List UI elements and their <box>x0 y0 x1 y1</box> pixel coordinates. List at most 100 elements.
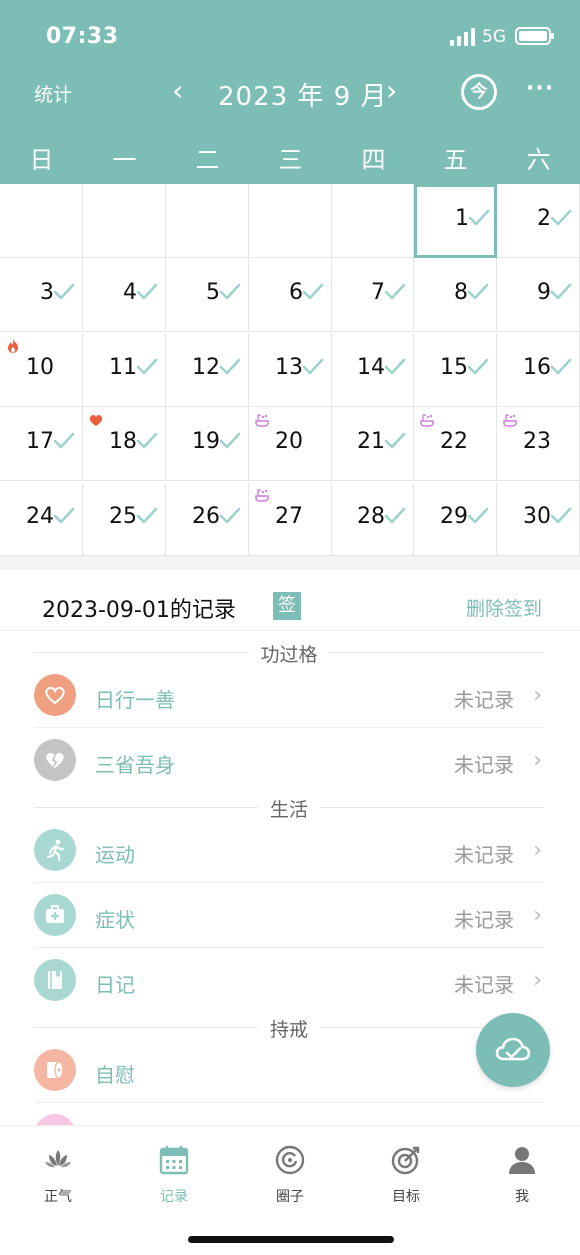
check-icon <box>135 280 159 304</box>
calendar-day-9[interactable]: 9 <box>497 258 580 333</box>
section-title: 持戒 <box>257 1015 321 1042</box>
day-number: 17 <box>26 429 54 455</box>
weekday-label: 四 <box>361 146 386 174</box>
status-time: 07:33 <box>46 24 119 49</box>
calendar-empty-cell <box>166 184 249 258</box>
check-icon <box>52 504 76 528</box>
check-icon <box>135 429 159 453</box>
prev-month-button[interactable]: ‹ <box>172 74 183 107</box>
calendar-day-12[interactable]: 12 <box>166 332 249 407</box>
calendar-day-8[interactable]: 8 <box>414 258 497 333</box>
calendar-day-17[interactable]: 17 <box>0 407 83 482</box>
stats-button[interactable]: 统计 <box>34 80 72 107</box>
record-row-partial[interactable] <box>34 1104 544 1125</box>
weekday-label: 日 <box>29 146 54 174</box>
calendar-day-5[interactable]: 5 <box>166 258 249 333</box>
header: 07:33 5G 统计 ‹ 2023 年 9 月 › 今 ··· 日 一 二 三… <box>0 0 580 184</box>
tab-goal[interactable]: 目标 <box>348 1144 464 1208</box>
calendar-day-21[interactable]: 21 <box>332 407 414 482</box>
calendar-day-29[interactable]: 29 <box>414 481 497 556</box>
calendar-day-13[interactable]: 13 <box>249 332 332 407</box>
check-icon <box>218 504 242 528</box>
tissue-roll-icon <box>34 1049 76 1091</box>
heart-icon <box>34 674 76 716</box>
weekday-label: 二 <box>195 146 220 174</box>
heart-icon <box>88 412 104 428</box>
calendar-day-16[interactable]: 16 <box>497 332 580 407</box>
check-icon <box>301 280 325 304</box>
calendar-day-22[interactable]: 22 <box>414 407 497 482</box>
tab-me[interactable]: 我 <box>464 1144 580 1208</box>
divider <box>34 882 544 883</box>
circle-icon <box>275 1145 305 1175</box>
calendar-day-3[interactable]: 3 <box>0 258 83 333</box>
record-row-symptom[interactable]: 症状 未记录 › <box>34 884 544 948</box>
record-row-exercise[interactable]: 运动 未记录 › <box>34 819 544 883</box>
calendar-day-2[interactable]: 2 <box>497 184 580 258</box>
day-number: 23 <box>523 429 551 455</box>
calendar-day-28[interactable]: 28 <box>332 481 414 556</box>
row-label: 症状 <box>95 908 135 932</box>
tab-records[interactable]: 记录 <box>116 1144 232 1208</box>
row-value: 未记录 <box>454 908 514 932</box>
calendar-day-19[interactable]: 19 <box>166 407 249 482</box>
calendar-day-11[interactable]: 11 <box>83 332 166 407</box>
calendar-day-27[interactable]: 27 <box>249 481 332 556</box>
weekday-label: 六 <box>526 146 551 174</box>
calendar-day-26[interactable]: 26 <box>166 481 249 556</box>
calendar-day-24[interactable]: 24 <box>0 481 83 556</box>
day-number: 27 <box>275 503 303 529</box>
fire-icon <box>5 338 21 354</box>
calendar-grid: 1 2 3 4 5 6 7 8 9 10 11 12 13 14 15 16 17 18 19 20 21 22 23 24 2… <box>0 184 580 556</box>
calendar-day-30[interactable]: 30 <box>497 481 580 556</box>
cloud-sync-button[interactable] <box>476 1013 550 1087</box>
calendar-day-1[interactable]: 1 <box>414 184 497 258</box>
calendar-day-6[interactable]: 6 <box>249 258 332 333</box>
chevron-right-icon: › <box>533 748 542 773</box>
section-header: 持戒 <box>34 1015 544 1042</box>
notebook-icon <box>34 959 76 1001</box>
day-number: 29 <box>440 503 468 529</box>
check-icon <box>52 280 76 304</box>
calendar-day-20[interactable]: 20 <box>249 407 332 482</box>
calendar-day-15[interactable]: 15 <box>414 332 497 407</box>
record-row-good-deed[interactable]: 日行一善 未记录 › <box>34 664 544 728</box>
day-number: 24 <box>26 503 54 529</box>
check-icon <box>135 355 159 379</box>
tab-label: 我 <box>515 1189 529 1205</box>
tab-label: 目标 <box>392 1189 420 1205</box>
calendar-day-23[interactable]: 23 <box>497 407 580 482</box>
calendar-day-10[interactable]: 10 <box>0 332 83 407</box>
record-row-diary[interactable]: 日记 未记录 › <box>34 949 544 1013</box>
calendar-day-14[interactable]: 14 <box>332 332 414 407</box>
check-icon <box>218 429 242 453</box>
more-button[interactable]: ··· <box>526 76 554 101</box>
next-month-button[interactable]: › <box>386 74 397 107</box>
check-icon <box>466 355 490 379</box>
month-title: 2023 年 9 月 <box>218 82 388 112</box>
tab-circle[interactable]: 圈子 <box>232 1144 348 1208</box>
chevron-right-icon: › <box>533 968 542 993</box>
medkit-icon <box>34 894 76 936</box>
record-row-reflection[interactable]: 三省吾身 未记录 › <box>34 729 544 793</box>
day-number: 26 <box>192 503 220 529</box>
check-icon <box>466 504 490 528</box>
check-icon <box>383 504 407 528</box>
check-icon <box>218 355 242 379</box>
weekday-label: 五 <box>443 146 468 174</box>
day-number: 12 <box>192 354 220 380</box>
record-row-abstain[interactable]: 自慰 <box>34 1039 544 1103</box>
delete-checkin-button[interactable]: 删除签到 <box>466 594 542 621</box>
tab-zhengqi[interactable]: 正气 <box>0 1144 116 1208</box>
day-number: 25 <box>109 503 137 529</box>
today-button[interactable]: 今 <box>461 74 497 110</box>
check-icon <box>383 429 407 453</box>
calendar-day-25[interactable]: 25 <box>83 481 166 556</box>
row-label: 自慰 <box>95 1063 135 1087</box>
calendar-day-18[interactable]: 18 <box>83 407 166 482</box>
day-number: 16 <box>523 354 551 380</box>
chevron-right-icon: › <box>533 903 542 928</box>
calendar-day-4[interactable]: 4 <box>83 258 166 333</box>
calendar-day-7[interactable]: 7 <box>332 258 414 333</box>
day-number: 10 <box>26 354 54 380</box>
